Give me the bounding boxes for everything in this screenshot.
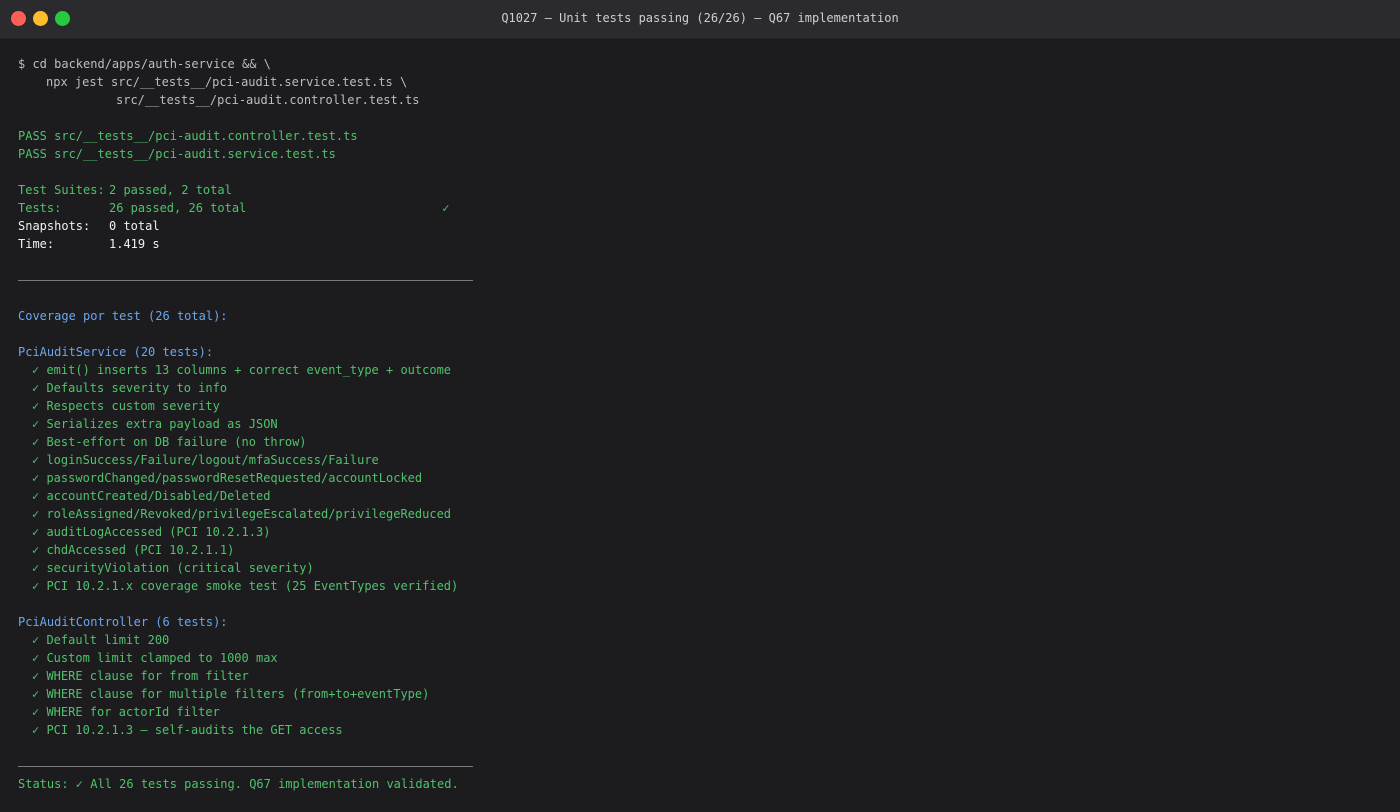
service-test-item: ✓ Serializes extra payload as JSON — [32, 417, 278, 431]
service-test-item: ✓ loginSuccess/Failure/logout/mfaSuccess… — [32, 453, 379, 467]
service-test-item: ✓ roleAssigned/Revoked/privilegeEscalate… — [32, 507, 452, 521]
status-line: Status: ✓ All 26 tests passing. Q67 impl… — [18, 777, 459, 791]
command-line-1: $ cd backend/apps/auth-service && \ — [18, 57, 271, 71]
summary-tests: Tests: 26 passed, 26 total ✓ — [18, 199, 1388, 217]
terminal-output: $ cd backend/apps/auth-service && \ npx … — [18, 55, 1388, 793]
service-test-item: ✓ chdAccessed (PCI 10.2.1.1) — [32, 543, 235, 557]
summary-time: Time: 1.419 s — [18, 235, 1388, 253]
summary-snapshots: Snapshots: 0 total — [18, 217, 1388, 235]
controller-test-item: ✓ WHERE clause for multiple filters (fro… — [32, 687, 430, 701]
summary-tests-check-icon: ✓ — [442, 201, 450, 215]
summary-tests-value: 26 passed, 26 total — [109, 201, 247, 215]
service-test-item: ✓ Respects custom severity — [32, 399, 220, 413]
window-title: Q1027 — Unit tests passing (26/26) — Q67… — [501, 11, 899, 25]
summary-snapshots-label: Snapshots: — [18, 219, 91, 233]
service-test-item: ✓ emit() inserts 13 columns + correct ev… — [32, 363, 452, 377]
summary-time-value: 1.419 s — [109, 237, 160, 251]
service-test-item: ✓ auditLogAccessed (PCI 10.2.1.3) — [32, 525, 271, 539]
separator-bottom — [18, 757, 1388, 775]
pass-line-controller: PASS src/__tests__/pci-audit.controller.… — [18, 129, 358, 143]
service-test-item: ✓ Defaults severity to info — [32, 381, 228, 395]
summary-tests-label: Tests: — [18, 201, 62, 215]
controller-test-item: ✓ Default limit 200 — [32, 633, 170, 647]
summary-suites-value: 2 passed, 2 total — [109, 183, 232, 197]
service-test-item: ✓ Best-effort on DB failure (no throw) — [32, 435, 307, 449]
pass-line-service: PASS src/__tests__/pci-audit.service.tes… — [18, 147, 336, 161]
controller-test-item: ✓ WHERE clause for from filter — [32, 669, 249, 683]
command-line-2: npx jest src/__tests__/pci-audit.service… — [46, 75, 408, 89]
service-test-item: ✓ accountCreated/Disabled/Deleted — [32, 489, 271, 503]
summary-suites-label: Test Suites: — [18, 183, 105, 197]
coverage-heading: Coverage por test (26 total): — [18, 309, 228, 323]
service-test-item: ✓ securityViolation (critical severity) — [32, 561, 314, 575]
title-bar: Q1027 — Unit tests passing (26/26) — Q67… — [0, 0, 1400, 39]
separator-top — [18, 271, 1388, 289]
controller-test-item: ✓ WHERE for actorId filter — [32, 705, 220, 719]
controller-test-item: ✓ PCI 10.2.1.3 — self-audits the GET acc… — [32, 723, 343, 737]
terminal-window: Q1027 — Unit tests passing (26/26) — Q67… — [0, 0, 1400, 812]
summary-snapshots-value: 0 total — [109, 219, 160, 233]
summary-suites: Test Suites: 2 passed, 2 total — [18, 181, 1388, 199]
service-test-item: ✓ PCI 10.2.1.x coverage smoke test (25 E… — [32, 579, 459, 593]
service-test-item: ✓ passwordChanged/passwordResetRequested… — [32, 471, 423, 485]
controller-test-item: ✓ Custom limit clamped to 1000 max — [32, 651, 278, 665]
service-suite-heading: PciAuditService (20 tests): — [18, 345, 214, 359]
command-line-3: src/__tests__/pci-audit.controller.test.… — [116, 93, 420, 107]
controller-suite-heading: PciAuditController (6 tests): — [18, 615, 228, 629]
summary-time-label: Time: — [18, 237, 55, 251]
